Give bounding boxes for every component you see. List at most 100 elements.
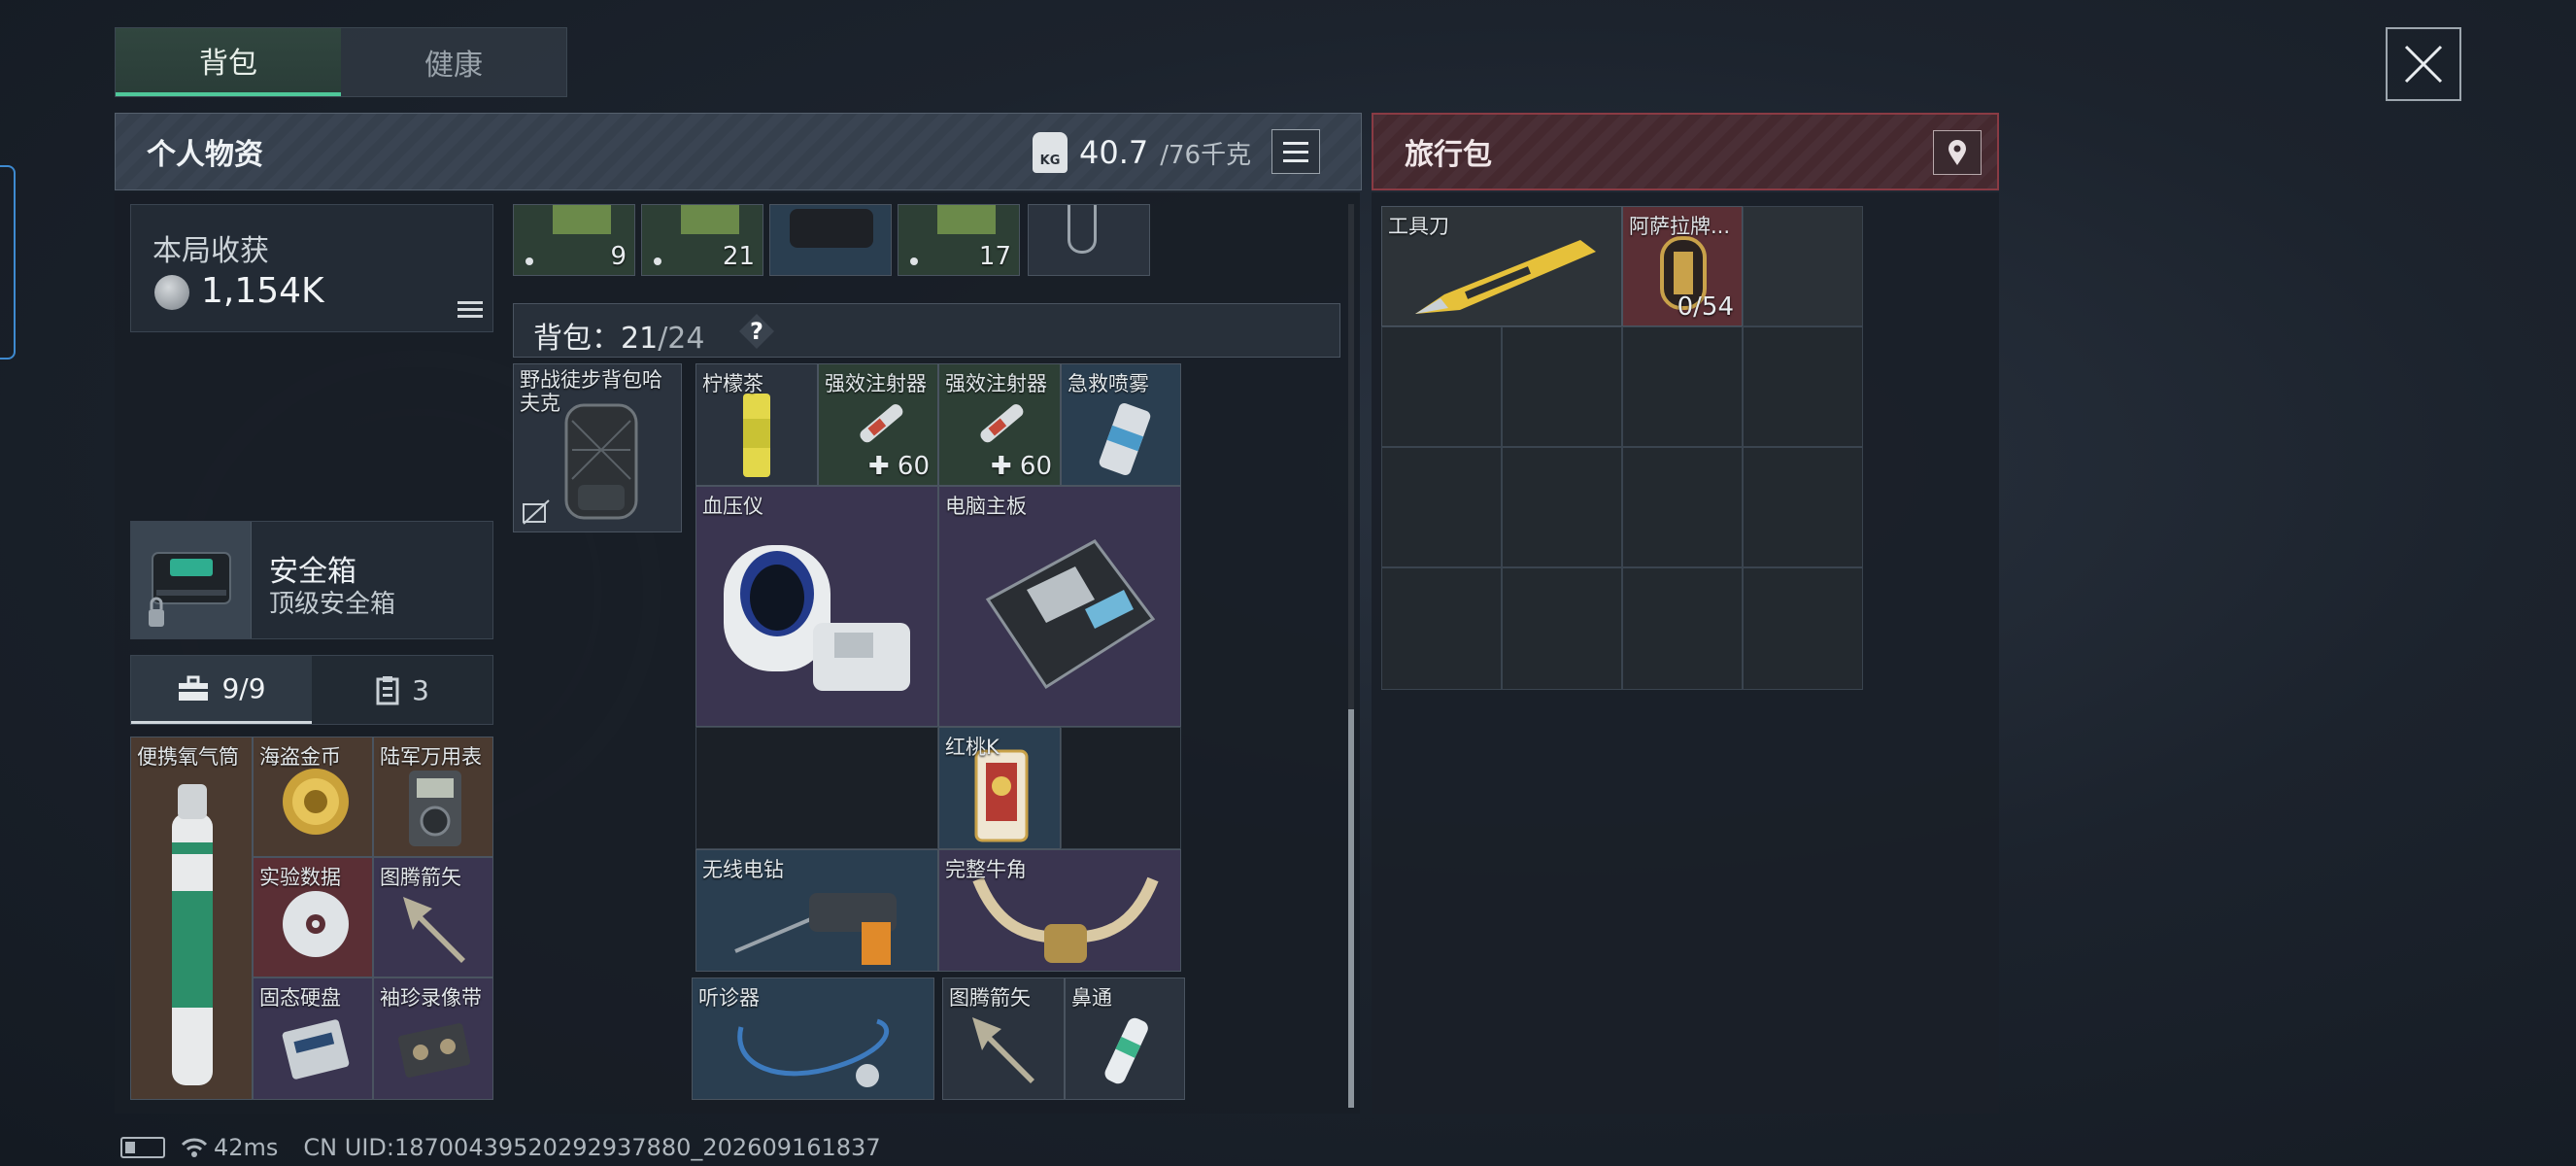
left-edge-handle[interactable] xyxy=(0,165,16,360)
earbuds-icon xyxy=(790,209,873,248)
item-slot-videotape[interactable]: 袖珍录像带 xyxy=(373,977,493,1100)
item-slot-lemon-tea[interactable]: 柠檬茶 xyxy=(695,363,818,486)
item-name: 红桃K xyxy=(945,736,1000,759)
item-slot-strip-1[interactable]: 9 xyxy=(513,204,635,276)
close-icon xyxy=(2404,45,2443,84)
item-name: 阿萨拉牌... xyxy=(1629,215,1731,238)
item-slot-cordless-drill[interactable]: 无线电钻 xyxy=(695,849,938,972)
item-count: 60 xyxy=(897,452,930,481)
item-slot-totem-arrow-2[interactable]: 图腾箭矢 xyxy=(942,977,1065,1100)
travel-slot[interactable] xyxy=(1502,567,1622,690)
sort-list-button[interactable] xyxy=(1271,129,1320,174)
item-slot-stethoscope[interactable]: 听诊器 xyxy=(692,977,934,1100)
travel-slot[interactable] xyxy=(1502,326,1622,447)
toolbox-count: 9/9 xyxy=(221,672,266,704)
item-name: 图腾箭矢 xyxy=(949,986,1031,1010)
scrollbar-thumb[interactable] xyxy=(1348,709,1354,1108)
harvest-value: 1,154K xyxy=(201,271,324,311)
item-name: 血压仪 xyxy=(702,495,763,518)
tab-backpack[interactable]: 背包 xyxy=(116,28,341,96)
top-tabs: 背包 健康 xyxy=(115,27,567,97)
item-slot-lab-data[interactable]: 实验数据 xyxy=(253,857,373,977)
motherboard-icon xyxy=(985,539,1156,690)
safe-box-subtitle: 顶级安全箱 xyxy=(269,590,396,619)
item-slot-bull-horn[interactable]: 完整牛角 xyxy=(938,849,1181,972)
oxygen-tank-icon xyxy=(172,784,213,1085)
item-name: 陆军万用表 xyxy=(380,745,482,769)
tab-clipboard[interactable]: 3 xyxy=(312,656,492,724)
item-count: 0/54 xyxy=(1677,292,1734,322)
battery-icon xyxy=(120,1137,165,1158)
travel-slot[interactable] xyxy=(1502,447,1622,567)
location-pin-icon xyxy=(1949,140,1966,165)
tab-health[interactable]: 健康 xyxy=(341,28,566,96)
item-slot-pirate-coin[interactable]: 海盗金币 xyxy=(253,737,373,857)
card-icon xyxy=(974,749,1029,842)
safe-box-image xyxy=(131,522,252,638)
travel-slot[interactable] xyxy=(1381,447,1502,567)
item-slot-strip-2[interactable]: 21 xyxy=(641,204,763,276)
help-button[interactable]: ? xyxy=(739,314,774,349)
item-name: 海盗金币 xyxy=(259,745,341,769)
item-slot-oxygen[interactable]: 便携氧气筒 xyxy=(130,737,253,1100)
item-slot-injector-1[interactable]: 强效注射器 ✚ 60 xyxy=(818,363,938,486)
item-slot-injector-2[interactable]: 强效注射器 ✚ 60 xyxy=(938,363,1061,486)
item-slot-first-aid-spray[interactable]: 急救喷雾 xyxy=(1061,363,1181,486)
backpack-equipped-slot[interactable]: 野战徒步背包哈夫克 xyxy=(513,363,682,532)
personal-supplies-title: 个人物资 xyxy=(147,138,263,172)
spray-can-icon xyxy=(1099,402,1151,476)
travel-bag-header: 旅行包 xyxy=(1372,113,1999,190)
list-line xyxy=(458,308,483,311)
travel-slot[interactable] xyxy=(1381,567,1502,690)
item-name: 鼻通 xyxy=(1071,986,1112,1010)
travel-bag-title: 旅行包 xyxy=(1405,138,1492,172)
item-dot xyxy=(525,257,533,265)
travel-slot[interactable] xyxy=(1743,206,1863,326)
travel-slot[interactable] xyxy=(1743,567,1863,690)
empty-slot[interactable] xyxy=(695,727,938,849)
round-harvest-card[interactable]: 本局收获 1,154K xyxy=(130,204,493,332)
item-slot-strip-4[interactable]: 17 xyxy=(898,204,1020,276)
travel-slot[interactable] xyxy=(1622,326,1743,447)
item-name: 完整牛角 xyxy=(945,858,1027,881)
item-count: 17 xyxy=(978,242,1011,271)
list-line xyxy=(458,315,483,318)
item-slot-strip-3[interactable] xyxy=(769,204,892,276)
travel-slot[interactable] xyxy=(1743,447,1863,567)
item-slot-nasal-inhaler[interactable]: 鼻通 xyxy=(1065,977,1185,1100)
travel-slot[interactable] xyxy=(1622,447,1743,567)
location-pin-button[interactable] xyxy=(1933,130,1982,175)
item-slot-asala-card[interactable]: 阿萨拉牌... 0/54 xyxy=(1622,206,1743,326)
item-name: 野战徒步背包哈夫克 xyxy=(520,368,662,415)
tab-toolbox[interactable]: 9/9 xyxy=(131,656,312,724)
stethoscope-icon xyxy=(737,1018,890,1087)
item-name: 强效注射器 xyxy=(825,372,927,395)
item-count: 60 xyxy=(1019,452,1052,481)
harvest-label: 本局收获 xyxy=(153,234,269,268)
harvest-list-icon[interactable] xyxy=(458,301,483,318)
item-name: 实验数据 xyxy=(259,866,341,889)
clipboard-icon xyxy=(376,676,399,705)
item-slot-utility-knife[interactable]: 工具刀 xyxy=(1381,206,1622,326)
item-slot-multimeter[interactable]: 陆军万用表 xyxy=(373,737,493,857)
item-name: 固态硬盘 xyxy=(259,986,341,1010)
item-slot-ssd[interactable]: 固态硬盘 xyxy=(253,977,373,1100)
travel-slot[interactable] xyxy=(1743,326,1863,447)
multimeter-icon xyxy=(409,771,461,846)
safe-box-icon xyxy=(149,552,231,627)
close-button[interactable] xyxy=(2386,27,2461,101)
item-slot-strip-5[interactable] xyxy=(1028,204,1150,276)
item-count: 21 xyxy=(722,242,755,271)
empty-slot[interactable] xyxy=(1061,727,1181,849)
item-slot-motherboard[interactable]: 电脑主板 xyxy=(938,486,1181,727)
clipboard-count: 3 xyxy=(412,673,429,706)
travel-slot[interactable] xyxy=(1622,567,1743,690)
item-name: 图腾箭矢 xyxy=(380,866,461,889)
item-name: 便携氧气筒 xyxy=(137,745,239,769)
safe-box-card[interactable]: 安全箱 顶级安全箱 xyxy=(130,521,493,639)
ammo-box-icon xyxy=(937,205,996,234)
item-slot-totem-arrow[interactable]: 图腾箭矢 xyxy=(373,857,493,977)
travel-slot[interactable] xyxy=(1381,326,1502,447)
item-slot-king-of-hearts[interactable]: 红桃K xyxy=(938,727,1061,849)
item-slot-blood-pressure-monitor[interactable]: 血压仪 xyxy=(695,486,938,727)
